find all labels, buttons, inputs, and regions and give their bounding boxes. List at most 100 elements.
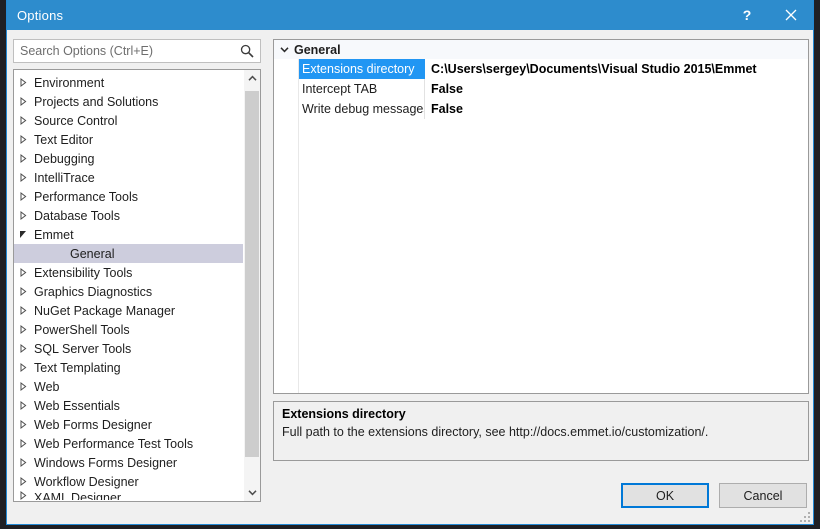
triangle-collapsed-icon[interactable] (14, 211, 32, 220)
dialog-title: Options (17, 7, 64, 23)
triangle-collapsed-icon[interactable] (14, 344, 32, 353)
property-category-header[interactable]: General (274, 40, 808, 59)
tree-item-label: Source Control (34, 113, 118, 128)
tree-item-web[interactable]: Web (14, 377, 243, 396)
tree-item-intellitrace[interactable]: IntelliTrace (14, 168, 243, 187)
tree-item-label: SQL Server Tools (34, 341, 132, 356)
tree-item-nuget-package-manager[interactable]: NuGet Package Manager (14, 301, 243, 320)
tree-item-source-control[interactable]: Source Control (14, 111, 243, 130)
tree-item-label: Web Performance Test Tools (34, 436, 194, 451)
triangle-expanded-icon[interactable] (14, 230, 32, 239)
triangle-collapsed-icon[interactable] (14, 78, 32, 87)
triangle-collapsed-icon[interactable] (14, 363, 32, 372)
triangle-collapsed-icon[interactable] (14, 173, 32, 182)
tree-item-general[interactable]: General (14, 244, 243, 263)
property-row[interactable]: Extensions directory C:\Users\sergey\Docu… (274, 59, 808, 79)
tree-item-projects-and-solutions[interactable]: Projects and Solutions (14, 92, 243, 111)
scrollbar-thumb[interactable] (245, 91, 259, 457)
tree-item-label: Database Tools (34, 208, 120, 223)
cancel-button[interactable]: Cancel (719, 483, 807, 508)
triangle-collapsed-icon[interactable] (14, 420, 32, 429)
dialog-body: Environment Projects and Solutions Source … (7, 30, 813, 502)
tree-item-text-templating[interactable]: Text Templating (14, 358, 243, 377)
property-name[interactable]: Intercept TAB (299, 79, 425, 99)
options-dialog: Options ? Search Options (Ctrl+E) Enviro… (6, 0, 814, 525)
scrollbar-track[interactable] (244, 87, 260, 484)
resize-grip[interactable] (798, 510, 810, 522)
tree-item-extensibility-tools[interactable]: Extensibility Tools (14, 263, 243, 282)
property-category-label: General (294, 42, 341, 57)
tree-item-text-editor[interactable]: Text Editor (14, 130, 243, 149)
tree-scrollbar[interactable] (243, 70, 260, 501)
tree-item-label: Text Editor (34, 132, 94, 147)
tree-item-debugging[interactable]: Debugging (14, 149, 243, 168)
titlebar-button-group: ? (725, 0, 813, 30)
triangle-collapsed-icon[interactable] (14, 306, 32, 315)
tree-item-database-tools[interactable]: Database Tools (14, 206, 243, 225)
tree-item-label: Web (34, 379, 60, 394)
tree-item-label: Environment (34, 75, 105, 90)
search-input[interactable] (14, 40, 238, 62)
property-value[interactable]: C:\Users\sergey\Documents\Visual Studio … (425, 59, 808, 79)
tree-item-label: Web Forms Designer (34, 417, 152, 432)
tree-item-label: Graphics Diagnostics (34, 284, 153, 299)
property-rows: Extensions directory C:\Users\sergey\Docu… (274, 59, 808, 119)
tree-item-performance-tools[interactable]: Performance Tools (14, 187, 243, 206)
property-row[interactable]: Write debug messages False (274, 99, 808, 119)
tree-item-label: Text Templating (34, 360, 121, 375)
search-box[interactable] (13, 39, 261, 63)
ok-button[interactable]: OK (621, 483, 709, 508)
tree-item-label: Performance Tools (34, 189, 138, 204)
triangle-collapsed-icon[interactable] (14, 97, 32, 106)
tree-item-sql-server-tools[interactable]: SQL Server Tools (14, 339, 243, 358)
tree-item-label: Windows Forms Designer (34, 455, 178, 470)
options-tree-panel: Environment Projects and Solutions Source … (13, 69, 261, 502)
tree-item-web-essentials[interactable]: Web Essentials (14, 396, 243, 415)
triangle-collapsed-icon[interactable] (14, 116, 32, 125)
triangle-collapsed-icon[interactable] (14, 135, 32, 144)
chevron-down-icon[interactable] (274, 46, 294, 53)
tree-item-label: PowerShell Tools (34, 322, 130, 337)
tree-item-graphics-diagnostics[interactable]: Graphics Diagnostics (14, 282, 243, 301)
search-icon[interactable] (238, 42, 256, 60)
triangle-collapsed-icon[interactable] (14, 401, 32, 410)
tree-item-label: Web Essentials (34, 398, 120, 413)
left-pane: Environment Projects and Solutions Source … (13, 39, 261, 502)
close-icon (785, 9, 797, 21)
options-tree[interactable]: Environment Projects and Solutions Source … (14, 70, 243, 501)
property-name[interactable]: Extensions directory (299, 59, 425, 79)
tree-item-emmet[interactable]: Emmet (14, 225, 243, 244)
property-row[interactable]: Intercept TAB False (274, 79, 808, 99)
scrollbar-up-button[interactable] (244, 70, 260, 87)
tree-item-environment[interactable]: Environment (14, 73, 243, 92)
triangle-collapsed-icon[interactable] (14, 439, 32, 448)
description-title: Extensions directory (282, 407, 406, 421)
triangle-collapsed-icon[interactable] (14, 268, 32, 277)
dialog-footer: OK Cancel (7, 471, 813, 524)
triangle-collapsed-icon[interactable] (14, 192, 32, 201)
tree-item-windows-forms-designer[interactable]: Windows Forms Designer (14, 453, 243, 472)
triangle-collapsed-icon[interactable] (14, 154, 32, 163)
tree-item-label: IntelliTrace (34, 170, 95, 185)
triangle-collapsed-icon[interactable] (14, 287, 32, 296)
property-value[interactable]: False (425, 79, 808, 99)
close-button[interactable] (769, 0, 813, 30)
tree-item-powershell-tools[interactable]: PowerShell Tools (14, 320, 243, 339)
property-name[interactable]: Write debug messages (299, 99, 425, 119)
tree-item-web-forms-designer[interactable]: Web Forms Designer (14, 415, 243, 434)
tree-item-label: Debugging (34, 151, 95, 166)
dialog-titlebar[interactable]: Options ? (7, 0, 813, 30)
property-value[interactable]: False (425, 99, 808, 119)
property-grid[interactable]: General Extensions directory C:\Users\ser… (273, 39, 809, 394)
question-mark-icon: ? (742, 7, 752, 23)
chevron-up-icon (247, 75, 257, 81)
tree-item-label: Extensibility Tools (34, 265, 133, 280)
right-pane: General Extensions directory C:\Users\ser… (273, 39, 809, 502)
triangle-collapsed-icon[interactable] (14, 382, 32, 391)
help-button[interactable]: ? (725, 0, 769, 30)
triangle-collapsed-icon[interactable] (14, 458, 32, 467)
description-panel: Extensions directory Full path to the ex… (273, 401, 809, 461)
tree-item-web-performance-test-tools[interactable]: Web Performance Test Tools (14, 434, 243, 453)
triangle-collapsed-icon[interactable] (14, 325, 32, 334)
tree-item-label: Projects and Solutions (34, 94, 159, 109)
